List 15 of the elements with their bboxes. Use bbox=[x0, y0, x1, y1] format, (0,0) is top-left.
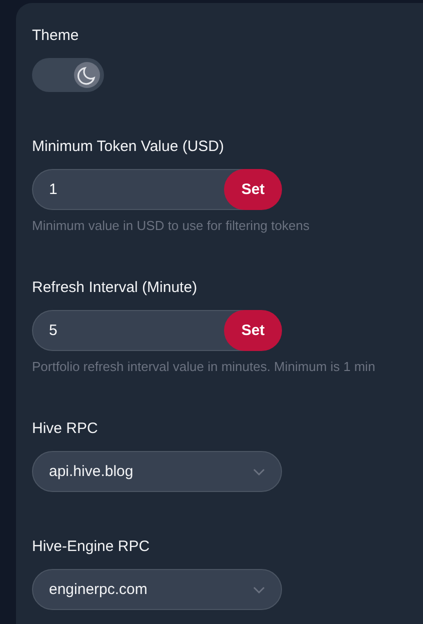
setting-label: Hive-Engine RPC bbox=[32, 538, 151, 555]
moon-icon bbox=[73, 61, 101, 89]
theme-toggle[interactable] bbox=[32, 58, 104, 92]
hint-text: Portfolio refresh interval value in minutes. Minimum is 1 min bbox=[32, 359, 376, 374]
chevron-down-icon bbox=[253, 586, 265, 594]
setting-label: Theme bbox=[32, 27, 80, 44]
chevron-down-icon bbox=[253, 468, 265, 476]
hint-text: Minimum value in USD to use for filtering tokens bbox=[32, 218, 310, 233]
set-button[interactable]: Set bbox=[224, 310, 282, 351]
setting-label: Hive RPC bbox=[32, 420, 99, 437]
select-dropdown[interactable]: enginerpc.com bbox=[32, 569, 282, 610]
set-button[interactable]: Set bbox=[224, 169, 282, 210]
setting-label: Minimum Token Value (USD) bbox=[32, 138, 226, 155]
select-dropdown[interactable]: api.hive.blog bbox=[32, 451, 282, 492]
setting-label: Refresh Interval (Minute) bbox=[32, 279, 198, 296]
